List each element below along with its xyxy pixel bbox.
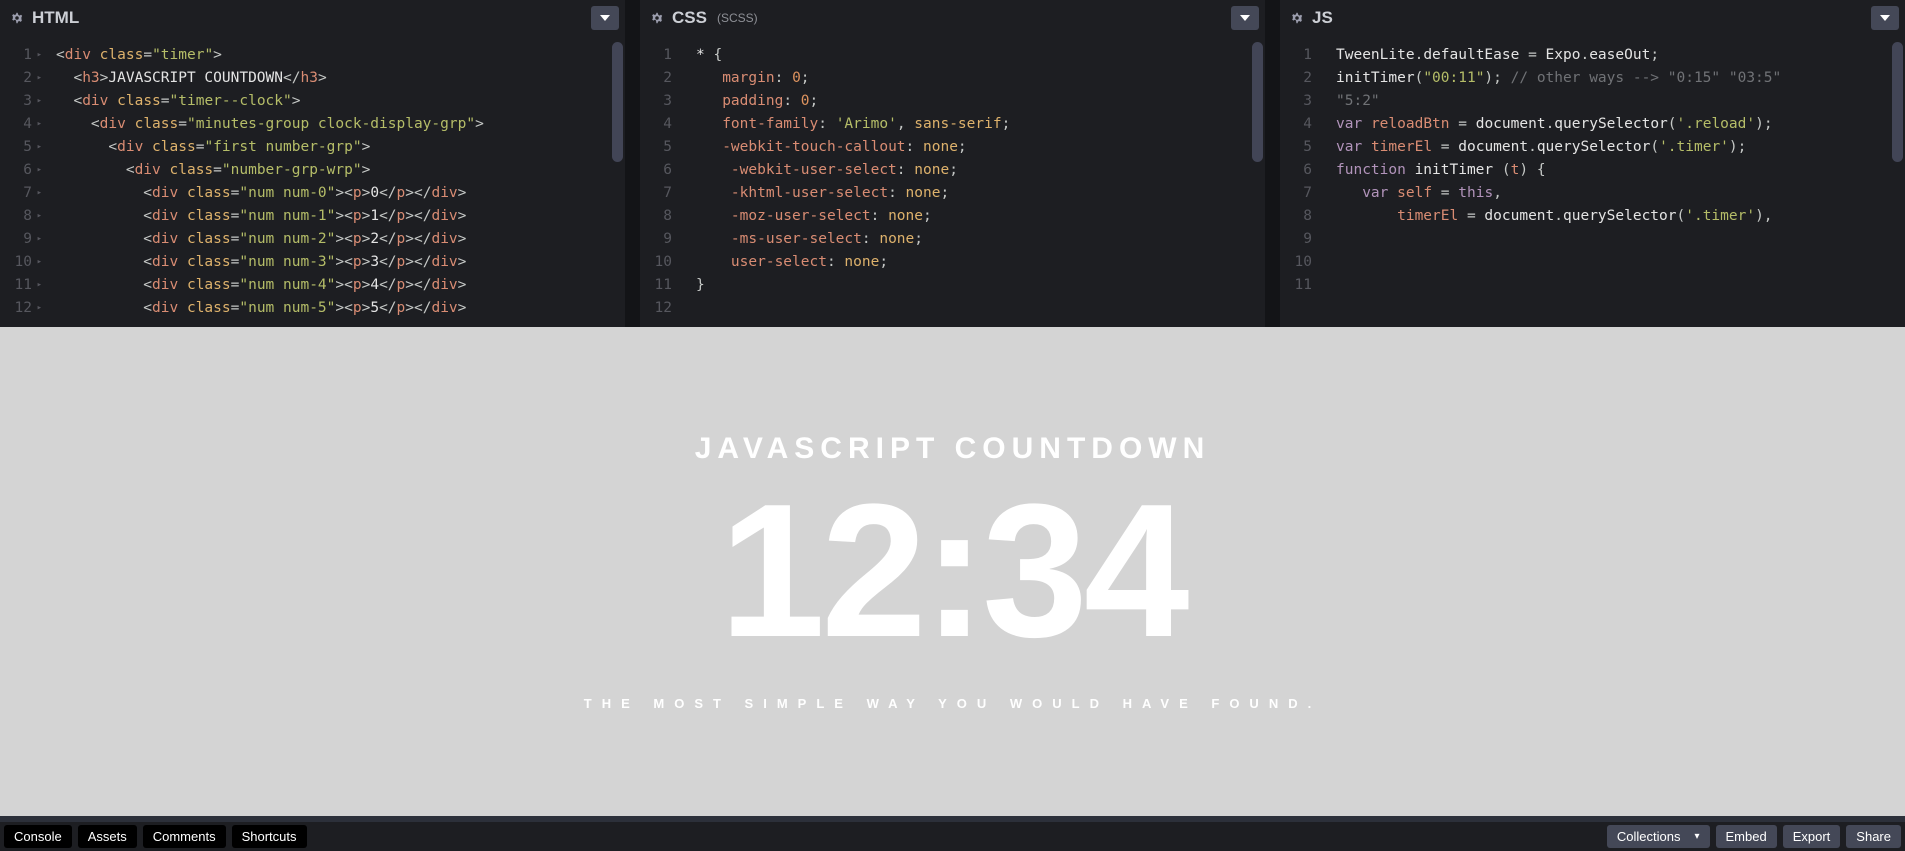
css-pane-menu-button[interactable] bbox=[1231, 6, 1259, 30]
css-title-group: CSS (SCSS) bbox=[640, 0, 758, 36]
console-button[interactable]: Console bbox=[4, 825, 72, 848]
embed-button[interactable]: Embed bbox=[1716, 825, 1777, 848]
css-code[interactable]: * { margin: 0; padding: 0; font-family: … bbox=[682, 44, 1265, 327]
preview-subtitle: THE MOST SIMPLE WAY YOU WOULD HAVE FOUND… bbox=[584, 696, 1321, 711]
js-pane: JS 1234567891011 TweenLite.defaultEase =… bbox=[1280, 0, 1905, 327]
html-pane: HTML 123456789101112 <div class="timer">… bbox=[0, 0, 625, 327]
js-title: JS bbox=[1312, 8, 1333, 28]
preview-clock: 12:34 bbox=[720, 476, 1186, 666]
js-editor[interactable]: 1234567891011 TweenLite.defaultEase = Ex… bbox=[1280, 36, 1905, 327]
css-title: CSS bbox=[672, 8, 707, 28]
assets-button[interactable]: Assets bbox=[78, 825, 137, 848]
html-editor[interactable]: 123456789101112 <div class="timer"> <h3>… bbox=[0, 36, 625, 327]
js-gutter: 1234567891011 bbox=[1280, 44, 1322, 327]
comments-button[interactable]: Comments bbox=[143, 825, 226, 848]
export-button[interactable]: Export bbox=[1783, 825, 1841, 848]
collections-dropdown[interactable]: Collections bbox=[1607, 825, 1710, 848]
footer-left: Console Assets Comments Shortcuts bbox=[4, 825, 307, 848]
css-subtitle: (SCSS) bbox=[717, 11, 758, 25]
html-pane-menu-button[interactable] bbox=[591, 6, 619, 30]
gear-icon[interactable] bbox=[650, 11, 664, 25]
css-pane: CSS (SCSS) 123456789101112 * { margin: 0… bbox=[640, 0, 1265, 327]
html-title-group: HTML bbox=[0, 0, 79, 36]
css-pane-header: CSS (SCSS) bbox=[640, 0, 1265, 36]
html-code[interactable]: <div class="timer"> <h3>JAVASCRIPT COUNT… bbox=[42, 44, 625, 327]
html-gutter: 123456789101112 bbox=[0, 44, 42, 327]
footer-bar: Console Assets Comments Shortcuts Collec… bbox=[0, 816, 1905, 851]
html-title: HTML bbox=[32, 8, 79, 28]
scrollbar[interactable] bbox=[1252, 42, 1263, 162]
css-gutter: 123456789101112 bbox=[640, 44, 682, 327]
share-button[interactable]: Share bbox=[1846, 825, 1901, 848]
gear-icon[interactable] bbox=[1290, 11, 1304, 25]
js-code[interactable]: TweenLite.defaultEase = Expo.easeOut;ini… bbox=[1322, 44, 1905, 327]
js-title-group: JS bbox=[1280, 0, 1333, 36]
js-pane-menu-button[interactable] bbox=[1871, 6, 1899, 30]
js-pane-header: JS bbox=[1280, 0, 1905, 36]
css-editor[interactable]: 123456789101112 * { margin: 0; padding: … bbox=[640, 36, 1265, 327]
preview-title: JAVASCRIPT COUNTDOWN bbox=[695, 432, 1211, 466]
shortcuts-button[interactable]: Shortcuts bbox=[232, 825, 307, 848]
scrollbar[interactable] bbox=[1892, 42, 1903, 162]
preview-pane: JAVASCRIPT COUNTDOWN 12:34 THE MOST SIMP… bbox=[0, 327, 1905, 816]
gear-icon[interactable] bbox=[10, 11, 24, 25]
footer-right: Collections Embed Export Share bbox=[1607, 825, 1901, 848]
html-pane-header: HTML bbox=[0, 0, 625, 36]
scrollbar[interactable] bbox=[612, 42, 623, 162]
editor-row: HTML 123456789101112 <div class="timer">… bbox=[0, 0, 1905, 327]
